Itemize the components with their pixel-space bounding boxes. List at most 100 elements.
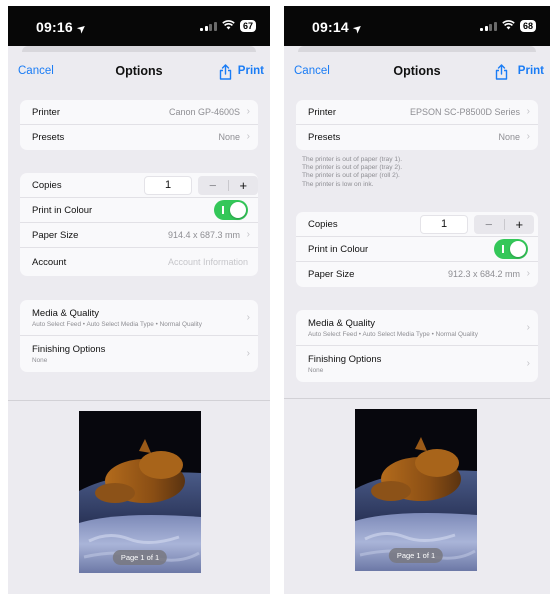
warning-message: The printer is out of paper (tray 1). (302, 156, 403, 163)
account-label: Account (32, 257, 67, 268)
decrement-button[interactable]: − (198, 176, 228, 195)
print-options-screen-right: 09:14 ➤ 68 Cancel Options Print Printer E… (284, 6, 550, 594)
account-row: Account Account Information (20, 248, 258, 276)
colour-row: Print in Colour (20, 198, 258, 223)
chevron-right-icon: › (246, 312, 250, 323)
increment-button[interactable]: + (505, 215, 535, 234)
share-icon[interactable] (218, 64, 234, 80)
warning-message: The printer is low on ink. (302, 180, 374, 188)
copies-row: Copies 1 − + (296, 212, 538, 237)
page-count-badge: Page 1 of 1 (388, 548, 444, 563)
location-arrow-icon: ➤ (350, 21, 366, 37)
printer-row[interactable]: Printer Canon GP-4600S › (20, 100, 258, 125)
print-button[interactable]: Print (518, 65, 544, 77)
cellular-signal-icon (200, 21, 217, 31)
presets-value: None (498, 132, 520, 142)
printer-row[interactable]: Printer EPSON SC-P8500D Series › (296, 100, 538, 125)
finishing-options-row[interactable]: Finishing Options None › (20, 336, 258, 372)
chevron-right-icon: › (526, 106, 530, 117)
media-quality-summary: Auto Select Feed • Auto Select Media Typ… (32, 321, 202, 328)
print-options-screen-left: 09:16 ➤ 67 Cancel Options Print Printer C… (8, 6, 270, 594)
status-time: 09:14 (312, 19, 349, 35)
chevron-right-icon: › (526, 322, 530, 333)
media-quality-row[interactable]: Media & Quality Auto Select Feed • Auto … (20, 300, 258, 336)
colour-toggle[interactable] (214, 200, 248, 220)
wifi-icon (222, 20, 235, 32)
battery-icon: 67 (239, 20, 256, 32)
page-count-badge: Page 1 of 1 (112, 550, 168, 565)
paper-size-label: Paper Size (32, 230, 79, 241)
print-settings-group: Copies 1 − + Print in Colour Paper Size … (296, 212, 538, 287)
media-quality-label: Media & Quality (32, 308, 100, 319)
cancel-button[interactable]: Cancel (294, 65, 330, 77)
paper-size-row[interactable]: Paper Size 914.4 x 687.3 mm › (20, 223, 258, 248)
paper-size-value: 914.4 x 687.3 mm (167, 230, 240, 240)
printer-group: Printer Canon GP-4600S › Presets None › (20, 100, 258, 150)
account-input[interactable]: Account Information (168, 257, 248, 267)
printer-group: Printer EPSON SC-P8500D Series › Presets… (296, 100, 538, 150)
copies-label: Copies (308, 219, 338, 230)
chevron-right-icon: › (246, 229, 250, 240)
media-quality-summary: Auto Select Feed • Auto Select Media Typ… (308, 331, 478, 338)
chevron-right-icon: › (246, 348, 250, 359)
paper-size-value: 912.3 x 684.2 mm (447, 269, 520, 279)
advanced-group: Media & Quality Auto Select Feed • Auto … (20, 300, 258, 372)
battery-icon: 68 (519, 20, 536, 32)
media-quality-row[interactable]: Media & Quality Auto Select Feed • Auto … (296, 310, 538, 346)
colour-label: Print in Colour (32, 205, 93, 216)
print-settings-group: Copies 1 − + Print in Colour Paper Size … (20, 173, 258, 276)
presets-value: None (218, 132, 240, 142)
copies-label: Copies (32, 180, 62, 191)
chevron-right-icon: › (246, 106, 250, 117)
colour-label: Print in Colour (308, 244, 369, 255)
finishing-options-summary: None (308, 367, 324, 374)
navigation-bar: Cancel Options Print (284, 52, 550, 92)
copies-stepper: − + (474, 215, 534, 234)
page-preview[interactable]: Page 1 of 1 (355, 409, 477, 571)
media-quality-label: Media & Quality (308, 318, 376, 329)
copies-value[interactable]: 1 (144, 176, 192, 195)
navigation-bar: Cancel Options Print (8, 52, 270, 92)
cat-photo-thumbnail (355, 409, 477, 571)
increment-button[interactable]: + (229, 176, 259, 195)
finishing-options-row[interactable]: Finishing Options None › (296, 346, 538, 382)
finishing-options-summary: None (32, 357, 48, 364)
printer-value: Canon GP-4600S (168, 107, 240, 117)
printer-value: EPSON SC-P8500D Series (409, 107, 520, 117)
presets-row[interactable]: Presets None › (20, 125, 258, 150)
chevron-right-icon: › (246, 131, 250, 142)
advanced-group: Media & Quality Auto Select Feed • Auto … (296, 310, 538, 382)
warning-message: The printer is out of paper (roll 2). (302, 172, 400, 180)
finishing-options-label: Finishing Options (308, 354, 382, 365)
location-arrow-icon: ➤ (74, 21, 90, 37)
decrement-button[interactable]: − (474, 215, 504, 234)
presets-label: Presets (32, 132, 65, 143)
warning-message: The printer is out of paper (tray 2). (302, 164, 403, 172)
printer-warnings: The printer is out of paper (tray 1). Th… (302, 156, 402, 189)
colour-toggle[interactable] (494, 239, 528, 259)
printer-label: Printer (308, 107, 336, 118)
cellular-signal-icon (480, 21, 497, 31)
presets-row[interactable]: Presets None › (296, 125, 538, 150)
cancel-button[interactable]: Cancel (18, 65, 54, 77)
status-bar: 09:16 ➤ 67 (8, 6, 270, 46)
copies-row: Copies 1 − + (20, 173, 258, 198)
chevron-right-icon: › (526, 358, 530, 369)
print-button[interactable]: Print (238, 65, 264, 77)
finishing-options-label: Finishing Options (32, 344, 106, 355)
paper-size-label: Paper Size (308, 269, 355, 280)
wifi-icon (502, 20, 515, 32)
presets-label: Presets (308, 132, 341, 143)
page-preview[interactable]: Page 1 of 1 (79, 411, 201, 573)
status-time: 09:16 (36, 19, 73, 35)
share-icon[interactable] (494, 64, 510, 80)
copies-value[interactable]: 1 (420, 215, 468, 234)
copies-stepper: − + (198, 176, 258, 195)
cat-photo-thumbnail (79, 411, 201, 573)
status-bar: 09:14 ➤ 68 (284, 6, 550, 46)
colour-row: Print in Colour (296, 237, 538, 262)
printer-label: Printer (32, 107, 60, 118)
paper-size-row[interactable]: Paper Size 912.3 x 684.2 mm › (296, 262, 538, 287)
comparison-screenshot: 09:16 ➤ 67 Cancel Options Print Printer C… (0, 0, 552, 594)
chevron-right-icon: › (526, 131, 530, 142)
